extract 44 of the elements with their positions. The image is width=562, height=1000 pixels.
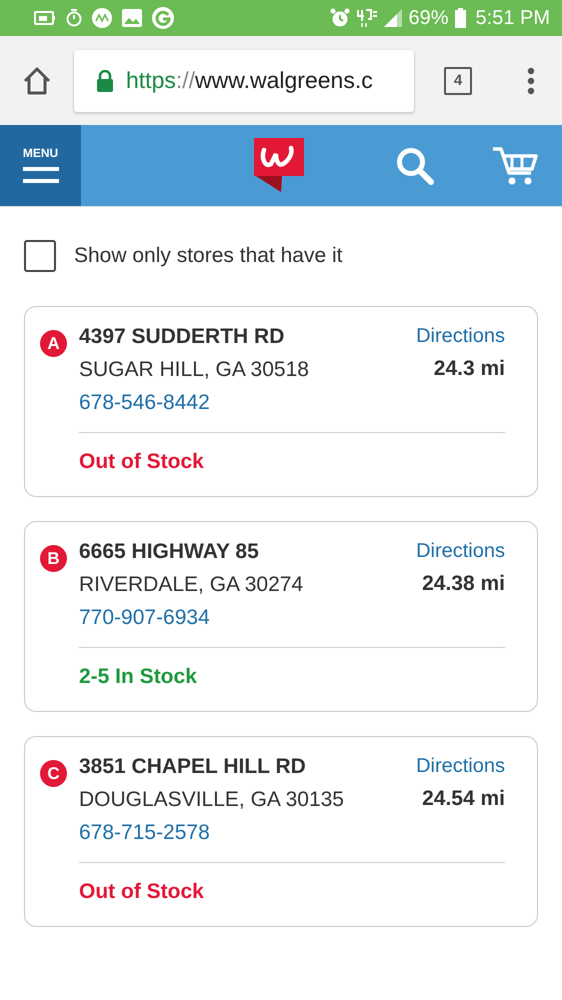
menu-button[interactable]: MENU bbox=[0, 125, 81, 206]
search-icon[interactable] bbox=[396, 146, 434, 184]
home-icon[interactable] bbox=[22, 66, 52, 96]
stock-status: Out of Stock bbox=[79, 880, 204, 903]
lock-icon bbox=[96, 70, 114, 92]
battery-percent: 69% bbox=[408, 6, 449, 30]
directions-link[interactable]: Directions bbox=[416, 325, 505, 348]
battery-icon bbox=[454, 8, 466, 28]
distance: 24.38 mi bbox=[422, 572, 505, 596]
directions-link[interactable]: Directions bbox=[416, 540, 505, 563]
battery-saver-icon bbox=[34, 10, 56, 26]
address-bar[interactable]: https://www.walgreens.c bbox=[74, 50, 414, 112]
cart-icon[interactable] bbox=[492, 146, 538, 186]
phone-link[interactable]: 678-546-8442 bbox=[79, 391, 210, 414]
g-logo-icon bbox=[152, 7, 174, 29]
phone-link[interactable]: 678-715-2578 bbox=[79, 821, 210, 844]
signal-icon bbox=[384, 9, 402, 27]
url-text: https://www.walgreens.c bbox=[126, 67, 373, 94]
checkbox[interactable] bbox=[24, 240, 56, 272]
map-marker-badge: C bbox=[40, 760, 67, 787]
tab-count-button[interactable]: 4 bbox=[444, 66, 472, 94]
stock-status: Out of Stock bbox=[79, 450, 204, 473]
store-address: 4397 SUDDERTH RD bbox=[79, 325, 286, 349]
store-city: SUGAR HILL, GA 30518 bbox=[79, 358, 310, 382]
store-city: DOUGLASVILLE, GA 30135 bbox=[79, 788, 345, 812]
clock: 5:51 PM bbox=[476, 6, 550, 30]
alarm-icon bbox=[330, 8, 350, 28]
distance: 24.54 mi bbox=[422, 787, 505, 811]
directions-link[interactable]: Directions bbox=[416, 755, 505, 778]
network-4g-icon bbox=[356, 8, 378, 28]
map-marker-badge: B bbox=[40, 545, 67, 572]
store-city: RIVERDALE, GA 30274 bbox=[79, 573, 304, 597]
store-address: 3851 CHAPEL HILL RD bbox=[79, 755, 307, 779]
phone-link[interactable]: 770-907-6934 bbox=[79, 606, 210, 629]
checkbox-label: Show only stores that have it bbox=[74, 244, 342, 268]
more-options-icon[interactable] bbox=[526, 66, 536, 94]
logo-icon[interactable] bbox=[254, 138, 306, 193]
store-address: 6665 HIGHWAY 85 bbox=[79, 540, 260, 564]
image-icon bbox=[122, 9, 142, 27]
stopwatch-icon bbox=[66, 9, 82, 27]
app-circle-icon bbox=[92, 8, 112, 28]
distance: 24.3 mi bbox=[434, 357, 505, 381]
map-marker-badge: A bbox=[40, 330, 67, 357]
stock-status: 2-5 In Stock bbox=[79, 665, 197, 688]
